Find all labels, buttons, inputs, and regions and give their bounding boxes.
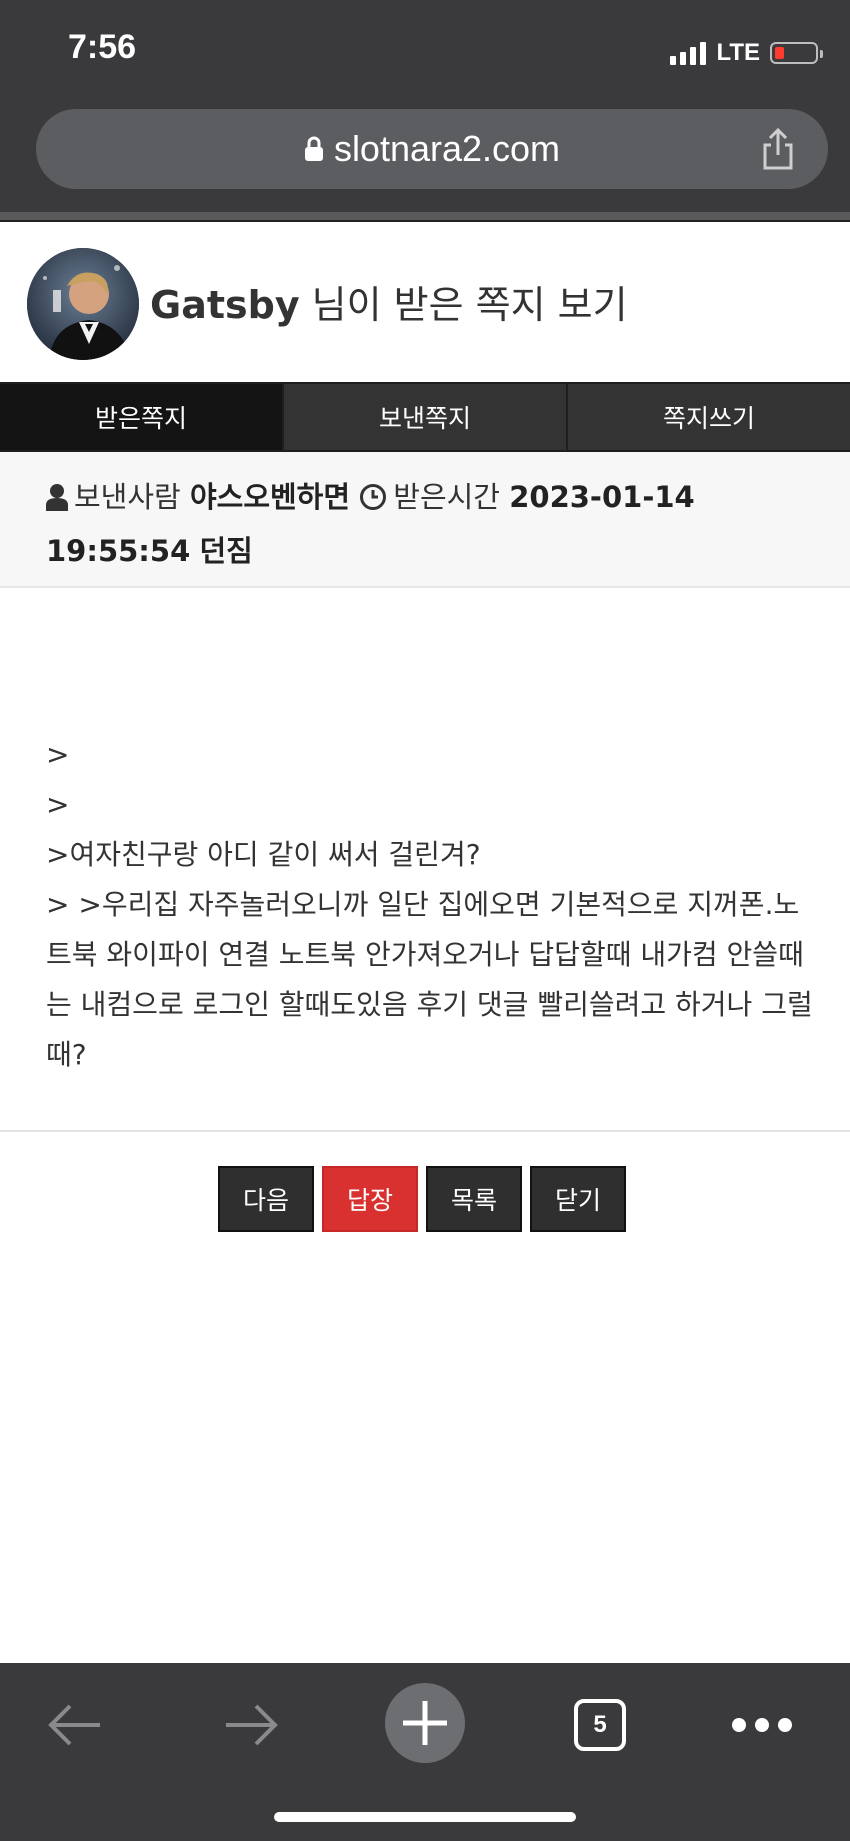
tab-write[interactable]: 쪽지쓰기: [566, 384, 850, 450]
forward-arrow-icon[interactable]: [216, 1675, 286, 1775]
tabs-icon[interactable]: 5: [570, 1675, 630, 1775]
message-body: > > >여자친구랑 아디 같이 써서 걸린겨? > >우리집 자주놀러오니까 …: [46, 730, 816, 1080]
reply-button[interactable]: 답장: [322, 1166, 418, 1232]
next-button[interactable]: 다음: [218, 1166, 314, 1232]
network-label: LTE: [716, 39, 760, 66]
message-tabs: 받은쪽지 보낸쪽지 쪽지쓰기: [0, 382, 850, 452]
content-divider: [0, 1130, 850, 1132]
tab-count: 5: [593, 1711, 607, 1738]
message-line: >: [46, 788, 70, 821]
message-line: >: [46, 738, 70, 771]
signal-icon: [670, 41, 707, 65]
avatar: [27, 248, 139, 360]
info-extra: 던짐: [199, 534, 253, 568]
sender-name[interactable]: 야스오벤하면: [190, 480, 350, 514]
more-icon[interactable]: [724, 1675, 800, 1775]
back-arrow-icon[interactable]: [40, 1675, 110, 1775]
lock-icon: [304, 136, 324, 162]
user-icon: [46, 476, 68, 526]
home-indicator: [274, 1812, 576, 1822]
battery-icon: [770, 42, 823, 64]
tab-received[interactable]: 받은쪽지: [0, 384, 282, 450]
page-title-user: Gatsby: [150, 283, 300, 327]
sender-label: 보낸사람: [74, 480, 181, 514]
url-text: slotnara2.com: [333, 128, 561, 169]
chrome-divider: [0, 212, 850, 220]
message-header: Gatsby 님이 받은 쪽지 보기: [0, 222, 850, 382]
new-tab-icon[interactable]: [382, 1673, 468, 1773]
received-label: 받은시간: [393, 480, 500, 514]
close-button[interactable]: 닫기: [530, 1166, 626, 1232]
page-title-suffix: 님이 받은 쪽지 보기: [299, 283, 628, 327]
address-bar[interactable]: slotnara2.com: [36, 109, 828, 189]
status-time: 7:56: [68, 28, 137, 66]
message-line: > >우리집 자주놀러오니까 일단 집에오면 기본적으로 지꺼폰.노트북 와이파…: [46, 888, 813, 1071]
page-title: Gatsby 님이 받은 쪽지 보기: [150, 274, 628, 329]
message-line: >여자친구랑 아디 같이 써서 걸린겨?: [46, 838, 481, 871]
share-icon[interactable]: [758, 127, 798, 171]
message-info: 보낸사람 야스오벤하면 받은시간 2023-01-14 19:55:54 던짐: [0, 452, 850, 588]
clock-icon: [359, 476, 387, 526]
action-buttons: 다음 답장 목록 닫기: [218, 1166, 626, 1232]
status-indicators: LTE: [670, 38, 823, 68]
browser-top-chrome: 7:56 LTE slotnara2.com: [0, 0, 850, 212]
tab-sent[interactable]: 보낸쪽지: [282, 384, 566, 450]
list-button[interactable]: 목록: [426, 1166, 522, 1232]
